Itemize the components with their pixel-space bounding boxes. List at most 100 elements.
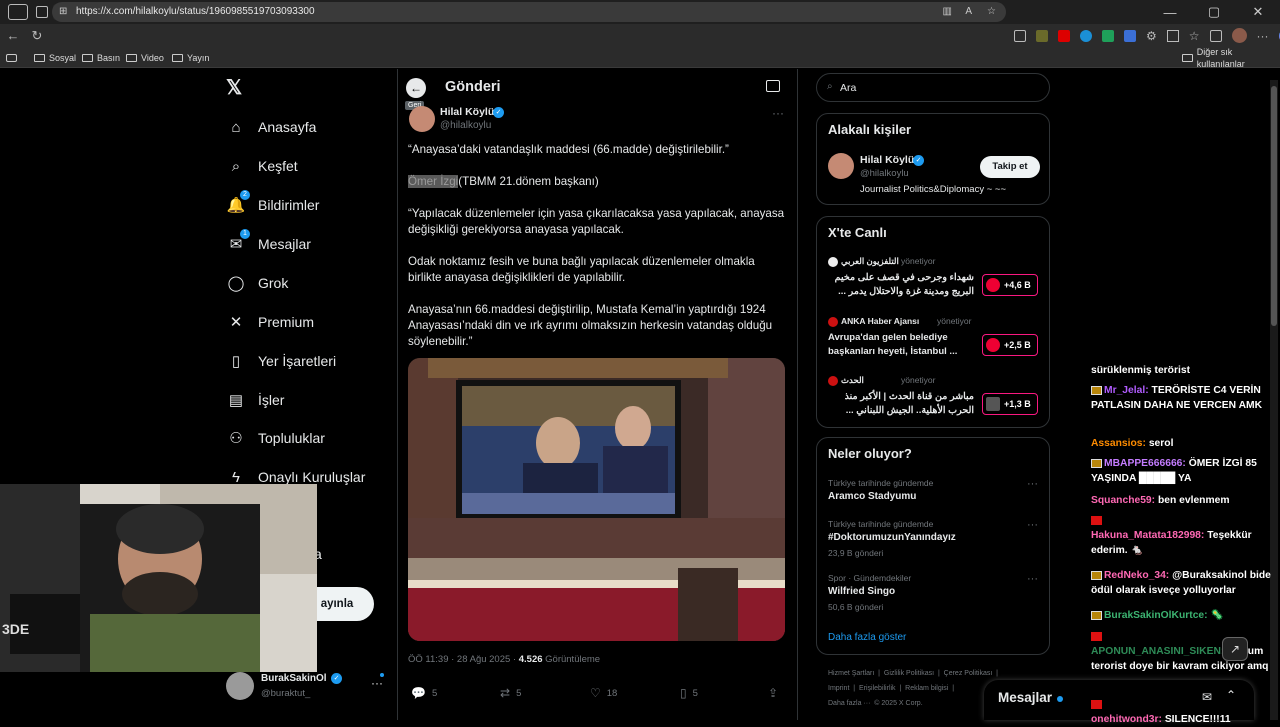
nav-item-anasayfa[interactable]: ⌂ Anasayfa [226, 113, 316, 141]
chat-username[interactable]: Assansios: [1091, 438, 1146, 449]
close-window-button[interactable]: ✕ [1236, 0, 1280, 24]
extension-icon[interactable] [1014, 29, 1026, 42]
share-button[interactable]: ⇪ [768, 686, 778, 700]
related-avatar[interactable] [828, 153, 854, 179]
nav-item-keşfet[interactable]: ⌕ Keşfet [226, 152, 298, 180]
nav-item-i-şler[interactable]: ▤ İşler [226, 386, 285, 414]
other-bookmarks[interactable]: Diğer sık kullanılanlar [1182, 47, 1280, 69]
bookmark-folder[interactable]: Sosyal [34, 52, 76, 64]
maximize-button[interactable]: ▢ [1192, 0, 1236, 24]
post-image-scene [408, 358, 785, 641]
more-icon[interactable]: ··· [1257, 29, 1269, 43]
search-input[interactable]: ⌕ Ara [816, 73, 1050, 102]
reply-button[interactable]: 💬 5 [411, 686, 437, 700]
nav-item-premium[interactable]: ✕ Premium [226, 308, 314, 336]
reader-icon[interactable]: ▥ [943, 2, 952, 22]
folder-icon [172, 54, 183, 62]
post-image[interactable] [408, 358, 785, 641]
favorite-star-icon[interactable]: ☆ [987, 2, 996, 22]
live-thumb [986, 278, 1000, 292]
nav-item-topluluklar[interactable]: ⚇ Topluluklar [226, 424, 325, 452]
url-field[interactable]: ⊞ https://x.com/hilalkoylu/status/196098… [52, 2, 1006, 22]
post-more-icon[interactable]: ··· [772, 106, 784, 120]
reply-count: 5 [431, 687, 438, 699]
bookmark-label: Video [141, 53, 164, 63]
chat-username[interactable]: Squanche59: [1091, 495, 1155, 506]
bookmark-folder[interactable]: Video [126, 52, 164, 64]
post-views-label: Görüntüleme [542, 654, 601, 665]
chat-text: ben evlenmem [1157, 495, 1230, 506]
chat-username[interactable]: Mr_Jelal: [1104, 385, 1149, 396]
source-avatar [828, 376, 838, 386]
minimize-button[interactable]: — [1148, 0, 1192, 24]
show-more-link[interactable]: Daha fazla göster [828, 632, 906, 643]
author-handle[interactable]: @hilalkoylu [440, 120, 491, 131]
bookmark-label: Diğer sık kullanılanlar [1196, 47, 1245, 69]
extension-icon[interactable] [1102, 29, 1114, 42]
reader-mode-icon[interactable] [766, 80, 780, 92]
bell-icon: 🔔 2 [226, 190, 250, 215]
site-info-icon[interactable]: ⊞ [59, 2, 67, 22]
trend-context: Türkiye tarihinde gündemde [828, 478, 934, 488]
x-logo-icon[interactable]: 𝕏 [226, 78, 246, 98]
verified-icon: ✓ [331, 673, 342, 684]
extension-icon[interactable] [1124, 29, 1136, 42]
read-aloud-icon[interactable]: A [965, 2, 972, 22]
author-avatar[interactable] [409, 106, 435, 132]
like-button[interactable]: ♡ 18 [590, 686, 617, 700]
footer-links[interactable]: Daha fazla ··· © 2025 X Corp. [828, 700, 923, 707]
collections-icon[interactable] [1209, 29, 1222, 42]
nav-item-grok[interactable]: ◯ Grok [226, 269, 289, 297]
chat-popout-icon[interactable]: ↗ [1222, 637, 1248, 661]
bookmark-button[interactable]: ▯ 5 [680, 686, 698, 700]
nav-item-bildirimler[interactable]: 🔔 2 Bildirimler [226, 190, 320, 219]
chat-username[interactable]: MBAPPE666666: [1104, 458, 1186, 469]
live-title: مباشر من قناة الحدث | الأكبر منذ الحرب ا… [844, 391, 974, 416]
profile-avatar[interactable] [1231, 28, 1247, 43]
scrollbar-thumb[interactable] [1271, 86, 1277, 326]
chat-username[interactable]: BurakSakinOlKurtce: [1104, 610, 1208, 621]
trend-more-icon[interactable]: ··· [1027, 478, 1038, 490]
nav-item-yer-i-şaretleri[interactable]: ▯ Yer İşaretleri [226, 347, 336, 375]
live-listener-count: +2,5 B [982, 334, 1038, 356]
extension-icon[interactable] [1058, 29, 1070, 42]
trend-more-icon[interactable]: ··· [1027, 573, 1038, 585]
folder-icon [1182, 54, 1193, 62]
browser-sidebar-icon[interactable] [8, 4, 28, 20]
author-name[interactable]: Hilal Köylü [440, 106, 494, 118]
post-time[interactable]: ÖÖ 11:39 · 28 Ağu 2025 · [408, 654, 519, 665]
repost-button[interactable]: ⇄ 5 [500, 686, 521, 700]
follow-button[interactable]: Takip et [980, 156, 1040, 178]
live-title: Avrupa'dan gelen belediye başkanları hey… [828, 332, 958, 357]
mail-icon: ✉ 1 [226, 229, 250, 254]
favorites-icon[interactable]: ☆ [1189, 29, 1200, 43]
back-icon[interactable]: ← [4, 26, 22, 46]
chat-username[interactable]: Hakuna_Matata182998: [1091, 530, 1204, 541]
live-source: التلفزيون العربي [841, 256, 899, 266]
more-dots-icon[interactable]: ··· [371, 676, 383, 690]
tab-actions-icon[interactable] [36, 6, 48, 18]
live-count: +1,3 B [1004, 399, 1031, 409]
chat-message: onehitwond3r: SILENCE!!!11 [1091, 697, 1277, 727]
extension-icon[interactable] [1080, 29, 1092, 42]
footer-links[interactable]: Hizmet Şartları | Gizlilik Politikası | … [828, 670, 998, 677]
bookmarks-menu-icon[interactable] [6, 52, 17, 64]
split-screen-icon[interactable] [1166, 29, 1179, 42]
search-placeholder: Ara [840, 82, 857, 94]
chat-username[interactable]: APONUN_ANASINI_SIKEN: [1091, 646, 1224, 657]
extensions-icon[interactable]: ⚙ [1146, 29, 1157, 43]
account-switcher[interactable]: BurakSakinOl ✓ @buraktut_ ··· [226, 670, 386, 704]
chat-username[interactable]: RedNeko_34: [1104, 570, 1169, 581]
chat-message: MBAPPE666666: ÖMER İZGİ 85 YAŞINDA █████… [1091, 456, 1277, 486]
refresh-icon[interactable]: ↻ [28, 26, 46, 46]
back-button[interactable]: ← [406, 78, 426, 98]
bookmark-folder[interactable]: Basın [82, 52, 120, 64]
footer-links[interactable]: Imprint | Erişilebilirlik | Reklam bilgi… [828, 685, 954, 692]
trend-more-icon[interactable]: ··· [1027, 519, 1038, 531]
nav-item-mesajlar[interactable]: ✉ 1 Mesajlar [226, 229, 311, 258]
bookmark-folder[interactable]: Yayın [172, 52, 209, 64]
nav-item-label: Grok [258, 275, 289, 291]
extension-icon[interactable] [1036, 29, 1048, 42]
related-name[interactable]: Hilal Köylü [860, 154, 914, 166]
nav-item-label: Bildirimler [258, 197, 320, 213]
